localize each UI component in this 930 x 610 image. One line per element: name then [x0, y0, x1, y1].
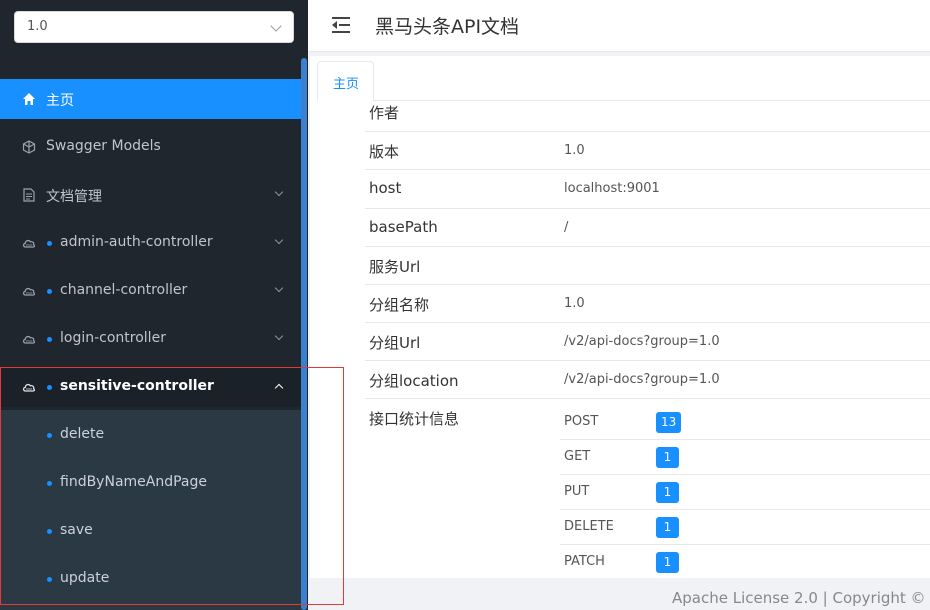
- home-icon: [23, 93, 35, 105]
- cloud-icon: [23, 335, 36, 344]
- stat-method: DELETE: [564, 519, 614, 534]
- header: 黑马头条API文档: [308, 0, 930, 52]
- status-dot: [47, 289, 52, 294]
- sidebar-scrollbar[interactable]: [301, 58, 307, 610]
- info-key: 版本: [369, 143, 400, 161]
- sidebar-item-swagger-models[interactable]: Swagger Models: [0, 127, 302, 167]
- stat-count-badge: 1: [656, 447, 679, 468]
- chevron-down-icon: [274, 283, 284, 293]
- sidebar-item-sensitive-controller[interactable]: sensitive-controller: [0, 367, 302, 407]
- info-key: 作者: [369, 104, 400, 122]
- sidebar-item-channel-controller[interactable]: channel-controller: [0, 271, 302, 311]
- stat-row: DELETE 1: [560, 510, 930, 545]
- menu-collapse-icon[interactable]: [332, 16, 352, 34]
- tab-label: 主页: [333, 77, 360, 92]
- sidebar-item-label: admin-auth-controller: [60, 234, 213, 250]
- chevron-down-icon: [274, 235, 284, 245]
- info-key: basePath: [369, 218, 438, 236]
- status-dot: [47, 433, 52, 438]
- sidebar-item-login-controller[interactable]: login-controller: [0, 319, 302, 359]
- stat-method: PATCH: [564, 554, 605, 569]
- submenu-item-find-by-name-and-page[interactable]: findByNameAndPage: [0, 463, 302, 503]
- submenu-sensitive-controller: delete findByNameAndPage save update: [0, 410, 302, 610]
- document-icon: [23, 188, 35, 202]
- info-value: /v2/api-docs?group=1.0: [564, 372, 720, 387]
- sidebar-item-label: channel-controller: [60, 282, 188, 298]
- info-value: /: [564, 220, 569, 235]
- info-row: host localhost:9001: [365, 170, 930, 209]
- submenu-item-save[interactable]: save: [0, 511, 302, 551]
- submenu-item-label: save: [60, 522, 93, 538]
- submenu-item-delete[interactable]: delete: [0, 415, 302, 455]
- sidebar-item-docs[interactable]: 文档管理: [0, 175, 302, 215]
- stat-method: PUT: [564, 484, 590, 499]
- info-key: 分组location: [369, 372, 459, 390]
- status-dot: [47, 481, 52, 486]
- version-select-value: 1.0: [27, 19, 48, 34]
- info-value: 1.0: [564, 143, 585, 158]
- page-title: 黑马头条API文档: [375, 16, 520, 38]
- info-key: 服务Url: [369, 258, 421, 276]
- info-row: 分组名称 1.0: [365, 285, 930, 323]
- info-key: 接口统计信息: [369, 410, 460, 428]
- submenu-item-update[interactable]: update: [0, 559, 302, 599]
- status-dot: [47, 241, 52, 246]
- status-dot: [47, 577, 52, 582]
- cloud-icon: [23, 239, 36, 248]
- version-select[interactable]: 1.0: [14, 11, 294, 43]
- stat-count-badge: 13: [656, 412, 682, 433]
- sidebar-item-label: 文档管理: [46, 189, 102, 205]
- stat-count-badge: 1: [656, 517, 679, 538]
- info-row: 分组location /v2/api-docs?group=1.0: [365, 361, 930, 399]
- stat-row: GET 1: [560, 440, 930, 475]
- stat-count-badge: 1: [656, 552, 679, 573]
- info-key: 分组名称: [369, 296, 430, 314]
- info-key: host: [369, 179, 402, 197]
- footer-license: Apache License 2.0 | Copyright © 20: [672, 589, 930, 607]
- chevron-up-icon: [274, 383, 284, 393]
- stat-count-badge: 1: [656, 482, 679, 503]
- info-row: 服务Url: [365, 247, 930, 285]
- sidebar-item-label: login-controller: [60, 330, 166, 346]
- info-row: basePath /: [365, 209, 930, 247]
- info-row: 版本 1.0: [365, 132, 930, 170]
- info-value: /v2/api-docs?group=1.0: [564, 334, 720, 349]
- info-value: localhost:9001: [564, 181, 660, 196]
- submenu-item-label: delete: [60, 426, 105, 442]
- sidebar-item-home[interactable]: 主页: [0, 79, 302, 119]
- sidebar-item-label: Swagger Models: [46, 138, 161, 154]
- sidebar-item-label: 主页: [46, 93, 74, 109]
- sidebar: 1.0 主页 Swagger Models 文档管理 admin-auth-co…: [0, 0, 308, 610]
- info-key: 分组Url: [369, 334, 421, 352]
- stat-row: POST 13: [560, 405, 930, 440]
- info-value: 1.0: [564, 296, 585, 311]
- cloud-icon: [23, 287, 36, 296]
- submenu-item-label: findByNameAndPage: [60, 474, 207, 490]
- sidebar-item-label: sensitive-controller: [60, 378, 214, 394]
- info-row: 分组Url /v2/api-docs?group=1.0: [365, 323, 930, 361]
- status-dot: [47, 529, 52, 534]
- stat-row: PATCH 1: [560, 545, 930, 580]
- status-dot: [47, 337, 52, 342]
- chevron-down-icon: [274, 331, 284, 341]
- models-icon: [22, 140, 36, 154]
- stat-row: PUT 1: [560, 475, 930, 510]
- status-dot: [47, 385, 52, 390]
- stat-method: POST: [564, 414, 599, 429]
- submenu-item-label: update: [60, 570, 110, 586]
- stat-method: GET: [564, 449, 591, 464]
- info-row: 作者: [365, 95, 930, 132]
- chevron-down-icon: [274, 187, 284, 197]
- sidebar-item-admin-auth-controller[interactable]: admin-auth-controller: [0, 223, 302, 263]
- chevron-down-icon: [270, 20, 282, 32]
- cloud-icon: [23, 383, 36, 392]
